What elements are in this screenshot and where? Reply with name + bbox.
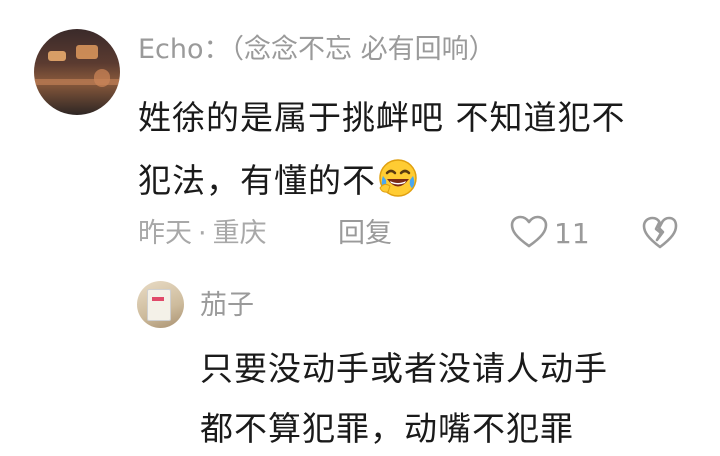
avatar-decoration: [152, 297, 164, 301]
meta-separator: ·: [198, 218, 207, 249]
like-count: 11: [554, 217, 590, 250]
reply-text: 只要没动手或者没请人动手 都不算犯罪，动嘴不犯罪: [200, 339, 710, 456]
comment-meta: 昨天 · 重庆: [138, 214, 267, 254]
comment-text: 姓徐的是属于挑衅吧 不知道犯不 犯法，有懂的不: [138, 86, 698, 218]
reply-username[interactable]: 茄子: [200, 286, 254, 326]
like-button[interactable]: 11: [510, 214, 590, 254]
reply-button[interactable]: 回复: [338, 214, 392, 254]
avatar[interactable]: [34, 29, 120, 115]
comment-thread: Echo：（念念不忘 必有回响） 姓徐的是属于挑衅吧 不知道犯不 犯法，有懂的不…: [0, 0, 720, 456]
comment-text-line: 姓徐的是属于挑衅吧 不知道犯不: [138, 98, 626, 137]
avatar-decoration: [147, 289, 171, 321]
avatar-decoration: [76, 45, 98, 59]
reply-text-line: 都不算犯罪，动嘴不犯罪: [200, 409, 574, 448]
reply-text-line: 只要没动手或者没请人动手: [200, 349, 608, 388]
avatar-decoration: [34, 79, 120, 85]
avatar-decoration: [48, 51, 66, 61]
comment-text-line-2: 犯法，有懂的不: [138, 149, 698, 218]
reply-avatar[interactable]: [137, 281, 184, 328]
comment-username[interactable]: Echo：（念念不忘 必有回响）: [138, 30, 496, 70]
comment-text-line: 犯法，有懂的不: [138, 161, 376, 200]
comment-location: 重庆: [212, 218, 267, 249]
comment-time: 昨天: [138, 218, 192, 249]
broken-heart-icon: [642, 216, 678, 254]
heart-outline-icon: [510, 215, 548, 253]
dislike-button[interactable]: [642, 216, 678, 252]
laughing-crying-emoji-icon: [378, 155, 418, 218]
